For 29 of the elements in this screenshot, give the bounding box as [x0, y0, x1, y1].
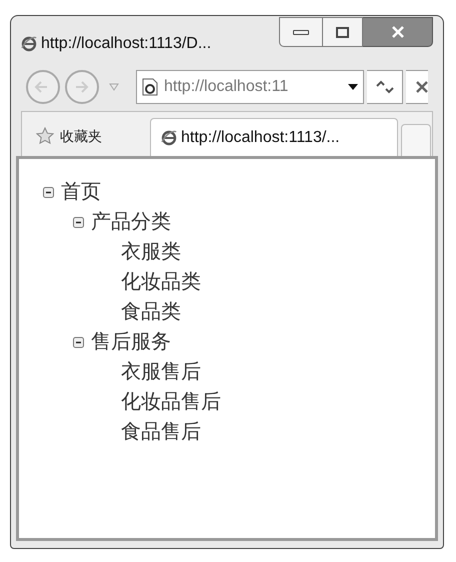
- tree-item[interactable]: 衣服类: [121, 237, 181, 267]
- favorites-button[interactable]: 收藏夹: [22, 116, 150, 156]
- browser-logo-icon: [21, 36, 37, 52]
- minimize-button[interactable]: [279, 17, 323, 47]
- tree-item[interactable]: 售后服务: [91, 327, 171, 357]
- close-button[interactable]: [363, 17, 433, 47]
- tree-item[interactable]: 食品类: [121, 297, 181, 327]
- window-title: http://localhost:1113/D...: [41, 34, 212, 54]
- star-icon: [36, 127, 54, 145]
- dropdown-caret-icon[interactable]: [348, 84, 358, 90]
- address-field[interactable]: http://localhost:11: [136, 70, 364, 104]
- collapse-icon[interactable]: [73, 216, 84, 228]
- tree-item[interactable]: 产品分类: [91, 207, 171, 237]
- refresh-icon: [376, 80, 394, 94]
- tree-item[interactable]: 衣服售后: [121, 357, 201, 387]
- tree-item[interactable]: 食品售后: [121, 417, 201, 447]
- maximize-button[interactable]: [323, 17, 363, 47]
- browser-logo-icon: [161, 130, 177, 146]
- tree-item[interactable]: 化妆品售后: [121, 387, 221, 417]
- collapse-icon[interactable]: [73, 336, 84, 348]
- tree-item[interactable]: 化妆品类: [121, 267, 201, 297]
- tree-item[interactable]: 首页: [61, 177, 101, 207]
- browser-tab[interactable]: http://localhost:1113/...: [150, 118, 398, 156]
- close-icon: [416, 81, 428, 93]
- collapse-icon[interactable]: [43, 186, 54, 198]
- close-icon: [390, 26, 404, 38]
- stop-button[interactable]: [406, 70, 428, 104]
- page-icon: [142, 78, 158, 96]
- refresh-button[interactable]: [367, 70, 403, 104]
